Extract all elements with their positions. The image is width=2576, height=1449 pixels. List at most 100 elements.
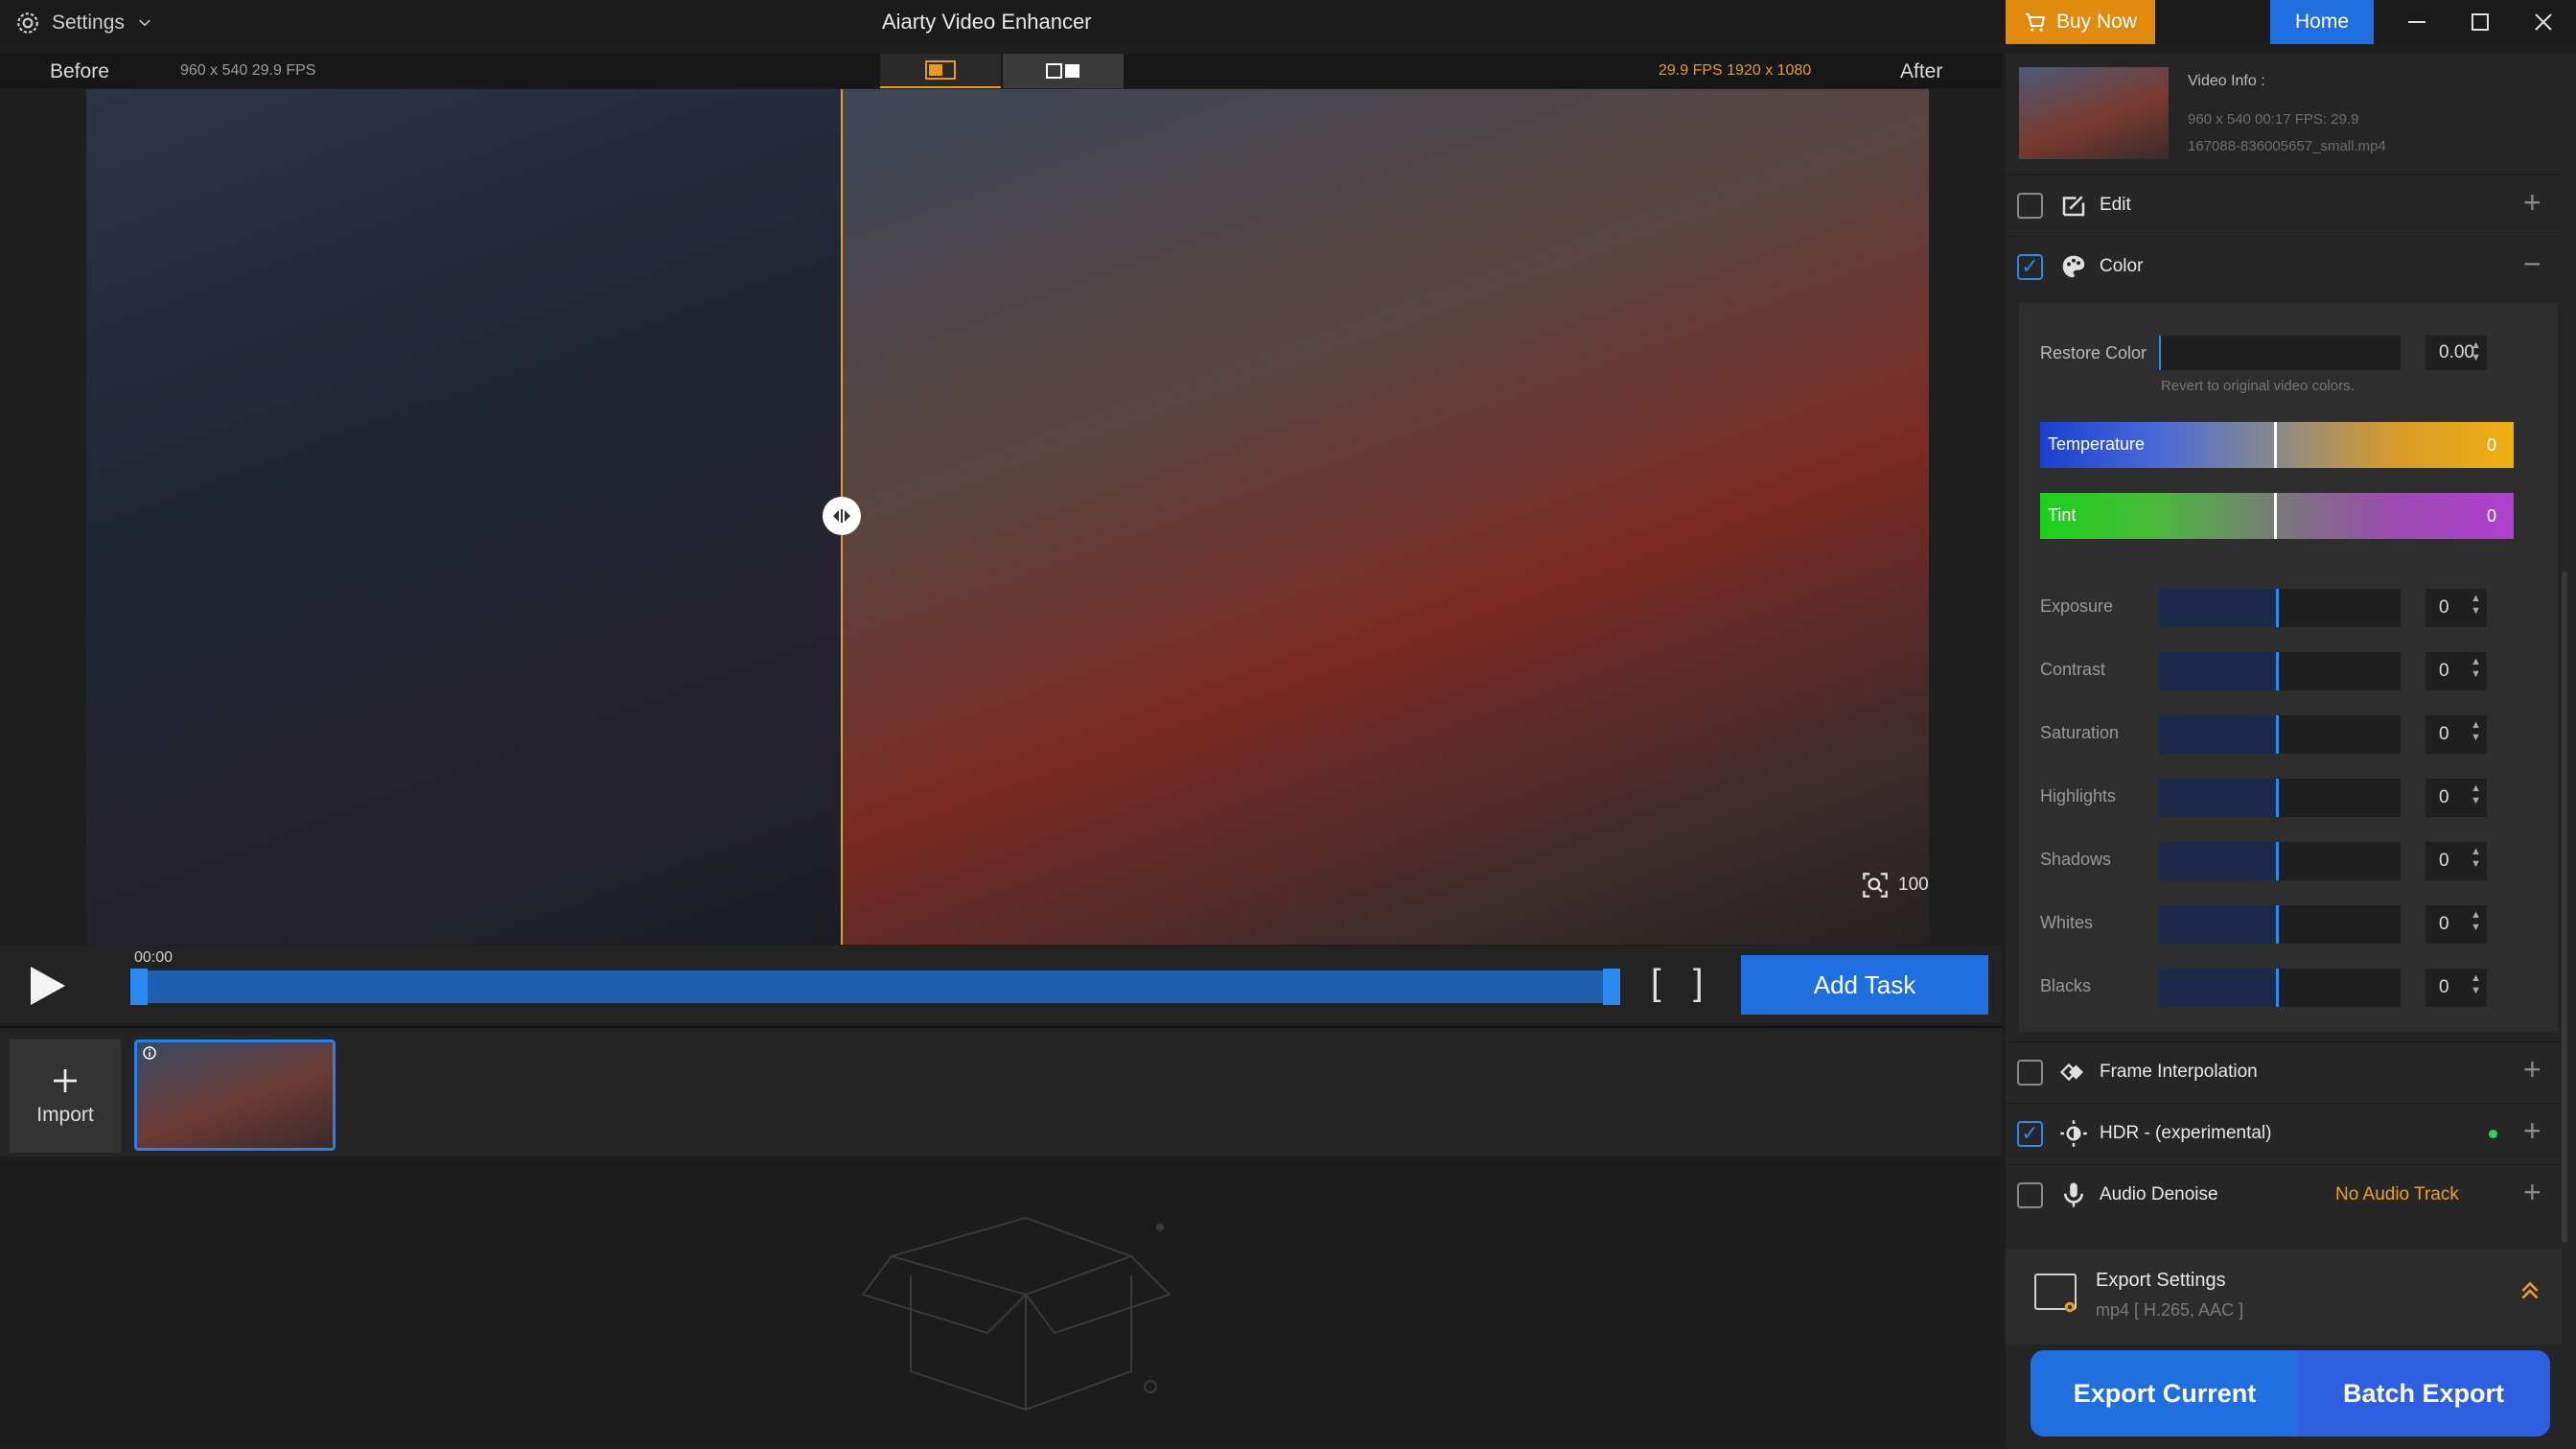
zoom-control[interactable]: 100% <box>1862 872 1929 899</box>
tint-slider[interactable]: Tint 0 <box>2040 493 2514 539</box>
set-in-point-button[interactable]: [ <box>1651 963 1661 1004</box>
app-title: Aiarty Video Enhancer <box>882 10 1092 34</box>
maximize-button[interactable] <box>2448 0 2512 44</box>
color-panel: Restore Color 0.00 ▲ ▼ Revert to original… <box>2019 303 2558 1032</box>
adjustment-value[interactable]: 0 ▲ ▼ <box>2425 905 2487 944</box>
restore-color-number: 0.00 <box>2439 342 2474 362</box>
export-settings-title: Export Settings <box>2096 1270 2226 1291</box>
trim-start-handle[interactable] <box>130 969 148 1005</box>
adjustment-slider[interactable] <box>2159 589 2401 627</box>
adjustment-number: 0 <box>2439 914 2449 934</box>
stepper-arrows-icon[interactable]: ▲ ▼ <box>2471 339 2481 364</box>
settings-menu[interactable]: Settings <box>15 10 153 36</box>
restore-color-slider[interactable] <box>2159 336 2401 370</box>
adjustment-slider[interactable] <box>2159 715 2401 754</box>
adjustment-value[interactable]: 0 ▲ ▼ <box>2425 969 2487 1007</box>
frame-interpolation-section[interactable]: Frame Interpolation + <box>2006 1041 2562 1101</box>
frame-interpolation-checkbox[interactable] <box>2017 1060 2043 1086</box>
collapse-minus-icon[interactable]: − <box>2523 246 2541 282</box>
stepper-arrows-icon[interactable]: ▲ ▼ <box>2471 783 2481 807</box>
color-checkbox[interactable]: ✓ <box>2017 254 2043 280</box>
adjustment-slider[interactable] <box>2159 842 2401 880</box>
adjustment-slider[interactable] <box>2159 652 2401 690</box>
edit-section[interactable]: Edit + <box>2006 175 2562 234</box>
adjustment-label: Shadows <box>2040 850 2112 869</box>
adjustment-number: 0 <box>2439 851 2449 871</box>
audio-denoise-section[interactable]: Audio Denoise No Audio Track + <box>2006 1164 2562 1224</box>
close-button[interactable] <box>2512 0 2575 44</box>
adjustment-number: 0 <box>2439 661 2449 681</box>
home-button[interactable]: Home <box>2270 0 2374 44</box>
restore-color-value[interactable]: 0.00 ▲ ▼ <box>2425 336 2487 370</box>
stepper-arrows-icon[interactable]: ▲ ▼ <box>2471 909 2481 934</box>
export-format: mp4 [ H.265, AAC ] <box>2096 1300 2244 1320</box>
after-frame <box>842 89 1929 945</box>
drag-arrows-icon <box>833 509 850 523</box>
buy-now-label: Buy Now <box>2055 11 2138 33</box>
hdr-label: HDR - (experimental) <box>2100 1123 2272 1143</box>
split-view-button[interactable] <box>880 54 1001 88</box>
hdr-section[interactable]: ✓ HDR - (experimental) + <box>2006 1103 2562 1162</box>
edit-icon <box>2062 196 2085 217</box>
audio-denoise-label: Audio Denoise <box>2100 1184 2218 1204</box>
before-label: Before <box>50 60 109 82</box>
adjustment-value[interactable]: 0 ▲ ▼ <box>2425 842 2487 880</box>
export-settings-bar[interactable]: Export Settings mp4 [ H.265, AAC ] <box>2006 1249 2562 1344</box>
buy-now-button[interactable]: Buy Now <box>2006 0 2155 44</box>
expand-plus-icon[interactable]: + <box>2523 185 2541 221</box>
audio-denoise-checkbox[interactable] <box>2017 1182 2043 1208</box>
stepper-arrows-icon[interactable]: ▲ ▼ <box>2471 656 2481 681</box>
temperature-label: Temperature <box>2048 434 2146 454</box>
frames-icon <box>2059 1063 2083 1082</box>
side-by-side-icon <box>1046 63 1079 79</box>
add-task-button[interactable]: Add Task <box>1741 955 1988 1015</box>
set-out-point-button[interactable]: ] <box>1693 963 1704 1004</box>
hdr-checkbox[interactable]: ✓ <box>2017 1121 2043 1147</box>
video-info-title: Video Info : <box>2188 73 2265 89</box>
adjustment-value[interactable]: 0 ▲ ▼ <box>2425 652 2487 690</box>
export-current-button[interactable]: Export Current <box>2031 1350 2299 1437</box>
edit-checkbox[interactable] <box>2017 193 2043 219</box>
right-panel: Video Info : 960 x 540 00:17 FPS: 29.9 1… <box>2006 54 2576 1449</box>
info-icon <box>143 1046 156 1060</box>
trim-end-handle[interactable] <box>1603 969 1620 1005</box>
batch-export-button[interactable]: Batch Export <box>2297 1350 2550 1437</box>
adjustment-slider[interactable] <box>2159 779 2401 817</box>
stepper-arrows-icon[interactable]: ▲ ▼ <box>2471 719 2481 744</box>
compare-handle[interactable] <box>823 497 861 535</box>
stepper-arrows-icon[interactable]: ▲ ▼ <box>2471 593 2481 618</box>
side-by-side-button[interactable] <box>1003 54 1124 88</box>
tint-value: 0 <box>2486 506 2496 526</box>
chevron-double-up-icon[interactable] <box>2518 1277 2542 1304</box>
temperature-knob[interactable] <box>2274 422 2277 468</box>
expand-plus-icon[interactable]: + <box>2523 1052 2541 1087</box>
panel-scrollbar[interactable] <box>2562 572 2567 1243</box>
adjustment-value[interactable]: 0 ▲ ▼ <box>2425 589 2487 627</box>
play-icon[interactable] <box>29 965 67 1007</box>
timeline-track[interactable] <box>134 970 1618 1003</box>
adjustment-value[interactable]: 0 ▲ ▼ <box>2425 779 2487 817</box>
stepper-arrows-icon[interactable]: ▲ ▼ <box>2471 972 2481 997</box>
color-section[interactable]: ✓ Color − <box>2006 236 2562 295</box>
gear-icon <box>2064 1301 2076 1313</box>
adjustment-slider[interactable] <box>2159 969 2401 1007</box>
import-button[interactable]: Import <box>10 1040 121 1153</box>
video-preview[interactable]: 100% <box>86 89 1929 945</box>
edit-label: Edit <box>2100 195 2131 215</box>
adjustment-row: Whites 0 ▲ ▼ <box>2019 901 2558 944</box>
zoom-level: 100% <box>1898 875 1929 895</box>
expand-plus-icon[interactable]: + <box>2523 1175 2541 1210</box>
minimize-button[interactable] <box>2385 0 2448 44</box>
adjustment-value[interactable]: 0 ▲ ▼ <box>2425 715 2487 754</box>
tint-knob[interactable] <box>2274 493 2277 539</box>
adjustment-label: Blacks <box>2040 976 2092 995</box>
clip-thumbnail[interactable] <box>134 1040 336 1151</box>
task-queue-empty <box>0 1160 2002 1444</box>
stepper-arrows-icon[interactable]: ▲ ▼ <box>2471 846 2481 871</box>
temperature-slider[interactable]: Temperature 0 <box>2040 422 2514 468</box>
expand-plus-icon[interactable]: + <box>2523 1113 2541 1149</box>
adjustment-label: Exposure <box>2040 596 2114 616</box>
split-view-icon <box>925 60 956 80</box>
video-info-meta: 960 x 540 00:17 FPS: 29.9 <box>2188 111 2359 128</box>
adjustment-slider[interactable] <box>2159 905 2401 944</box>
